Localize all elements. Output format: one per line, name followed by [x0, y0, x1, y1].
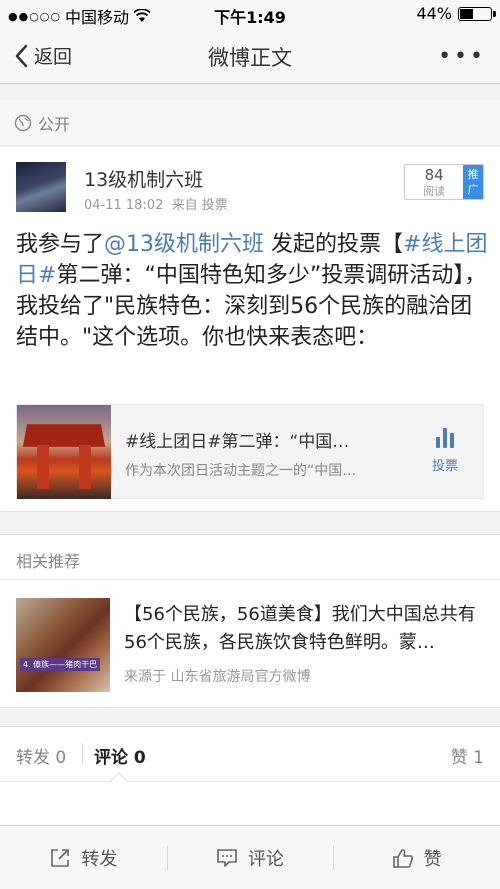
post-body: 我参与了@13级机制六班 发起的投票【#线上团日#第二弹：“中国特色知多少”投票…: [16, 229, 488, 353]
tab-repost[interactable]: 转发 0: [16, 743, 66, 768]
battery-icon: [458, 6, 496, 21]
thumbs-up-icon: [392, 848, 413, 868]
vote-button[interactable]: 投票: [425, 425, 465, 474]
comment-icon: [217, 848, 237, 867]
share-icon: [51, 848, 70, 867]
post-source[interactable]: 投票: [202, 198, 228, 213]
post-meta: 04-11 18:02 来自 投票: [84, 194, 228, 213]
author-name[interactable]: 13级机制六班: [84, 165, 203, 192]
post-text-start: 我参与了: [16, 232, 105, 257]
battery-percent: 44%: [416, 4, 452, 23]
tab-comment[interactable]: 评论 0: [94, 743, 146, 768]
mention-link[interactable]: @13级机制六班: [104, 232, 264, 257]
post-text-middle: 发起的投票【: [264, 232, 404, 257]
vote-label: 投票: [431, 459, 458, 474]
tab-like[interactable]: 赞 1: [451, 743, 484, 768]
source-prefix: 来自: [171, 198, 198, 213]
related-item-source: 来源于 山东省旅游局官方微博: [124, 669, 311, 685]
post-card: 13级机制六班 04-11 18:02 来自 投票 84 阅读 推广 我参与了@…: [0, 147, 500, 512]
like-label: 赞: [423, 848, 442, 870]
divider: [82, 743, 83, 765]
repost-label: 转发: [81, 848, 118, 870]
bar-chart-icon: [436, 428, 454, 448]
comment-button[interactable]: 评论: [166, 826, 334, 889]
read-label: 阅读: [423, 185, 446, 198]
vote-description: 作为本次团日活动主题之一的“中国…: [125, 463, 357, 479]
globe-icon: [14, 114, 32, 131]
like-button[interactable]: 赞: [333, 826, 500, 889]
status-bar: ●●○○○ 中国移动 下午1:49 44%: [0, 0, 500, 28]
read-count-badge[interactable]: 84 阅读 推广: [404, 164, 484, 200]
visibility-row: 公开: [0, 100, 500, 146]
related-header: 相关推荐: [16, 552, 81, 571]
comment-list-area: [0, 782, 500, 825]
vote-title: #线上团日#第二弹：“中国…: [125, 432, 350, 452]
related-thumbnail[interactable]: 4. 傣族——猪肉干巴: [16, 598, 110, 692]
avatar[interactable]: [16, 162, 66, 212]
visibility-label: 公开: [38, 114, 71, 134]
related-item-text[interactable]: 【56个民族，56道美食】我们大中国总共有56个民族，各民族饮食特色鲜明。蒙…: [124, 601, 488, 657]
more-options-button[interactable]: •••: [438, 44, 486, 69]
page-title: 微博正文: [208, 46, 292, 70]
related-section: 相关推荐 4. 傣族——猪肉干巴 【56个民族，56道美食】我们大中国总共有56…: [0, 534, 500, 708]
vote-card[interactable]: #线上团日#第二弹：“中国… 作为本次团日活动主题之一的“中国… 投票: [16, 404, 484, 499]
divider: [0, 579, 500, 580]
bottom-toolbar: 转发 评论 赞: [0, 825, 500, 889]
read-count: 84: [424, 166, 444, 184]
comment-label: 评论: [248, 848, 284, 870]
stats-tabs: 转发 0 评论 0 赞 1: [0, 726, 500, 792]
vote-thumbnail: [17, 405, 111, 499]
thumbnail-caption: 4. 傣族——猪肉干巴: [20, 658, 101, 671]
promote-button[interactable]: 推广: [463, 165, 483, 199]
navigation-bar: 返回 微博正文 •••: [0, 28, 500, 84]
post-timestamp: 04-11 18:02: [84, 198, 164, 213]
post-text-end: 第二弹：“中国特色知多少”投票调研活动】，我投给了"民族特色：深刻到56个民族的…: [16, 263, 487, 350]
repost-button[interactable]: 转发: [0, 826, 167, 889]
